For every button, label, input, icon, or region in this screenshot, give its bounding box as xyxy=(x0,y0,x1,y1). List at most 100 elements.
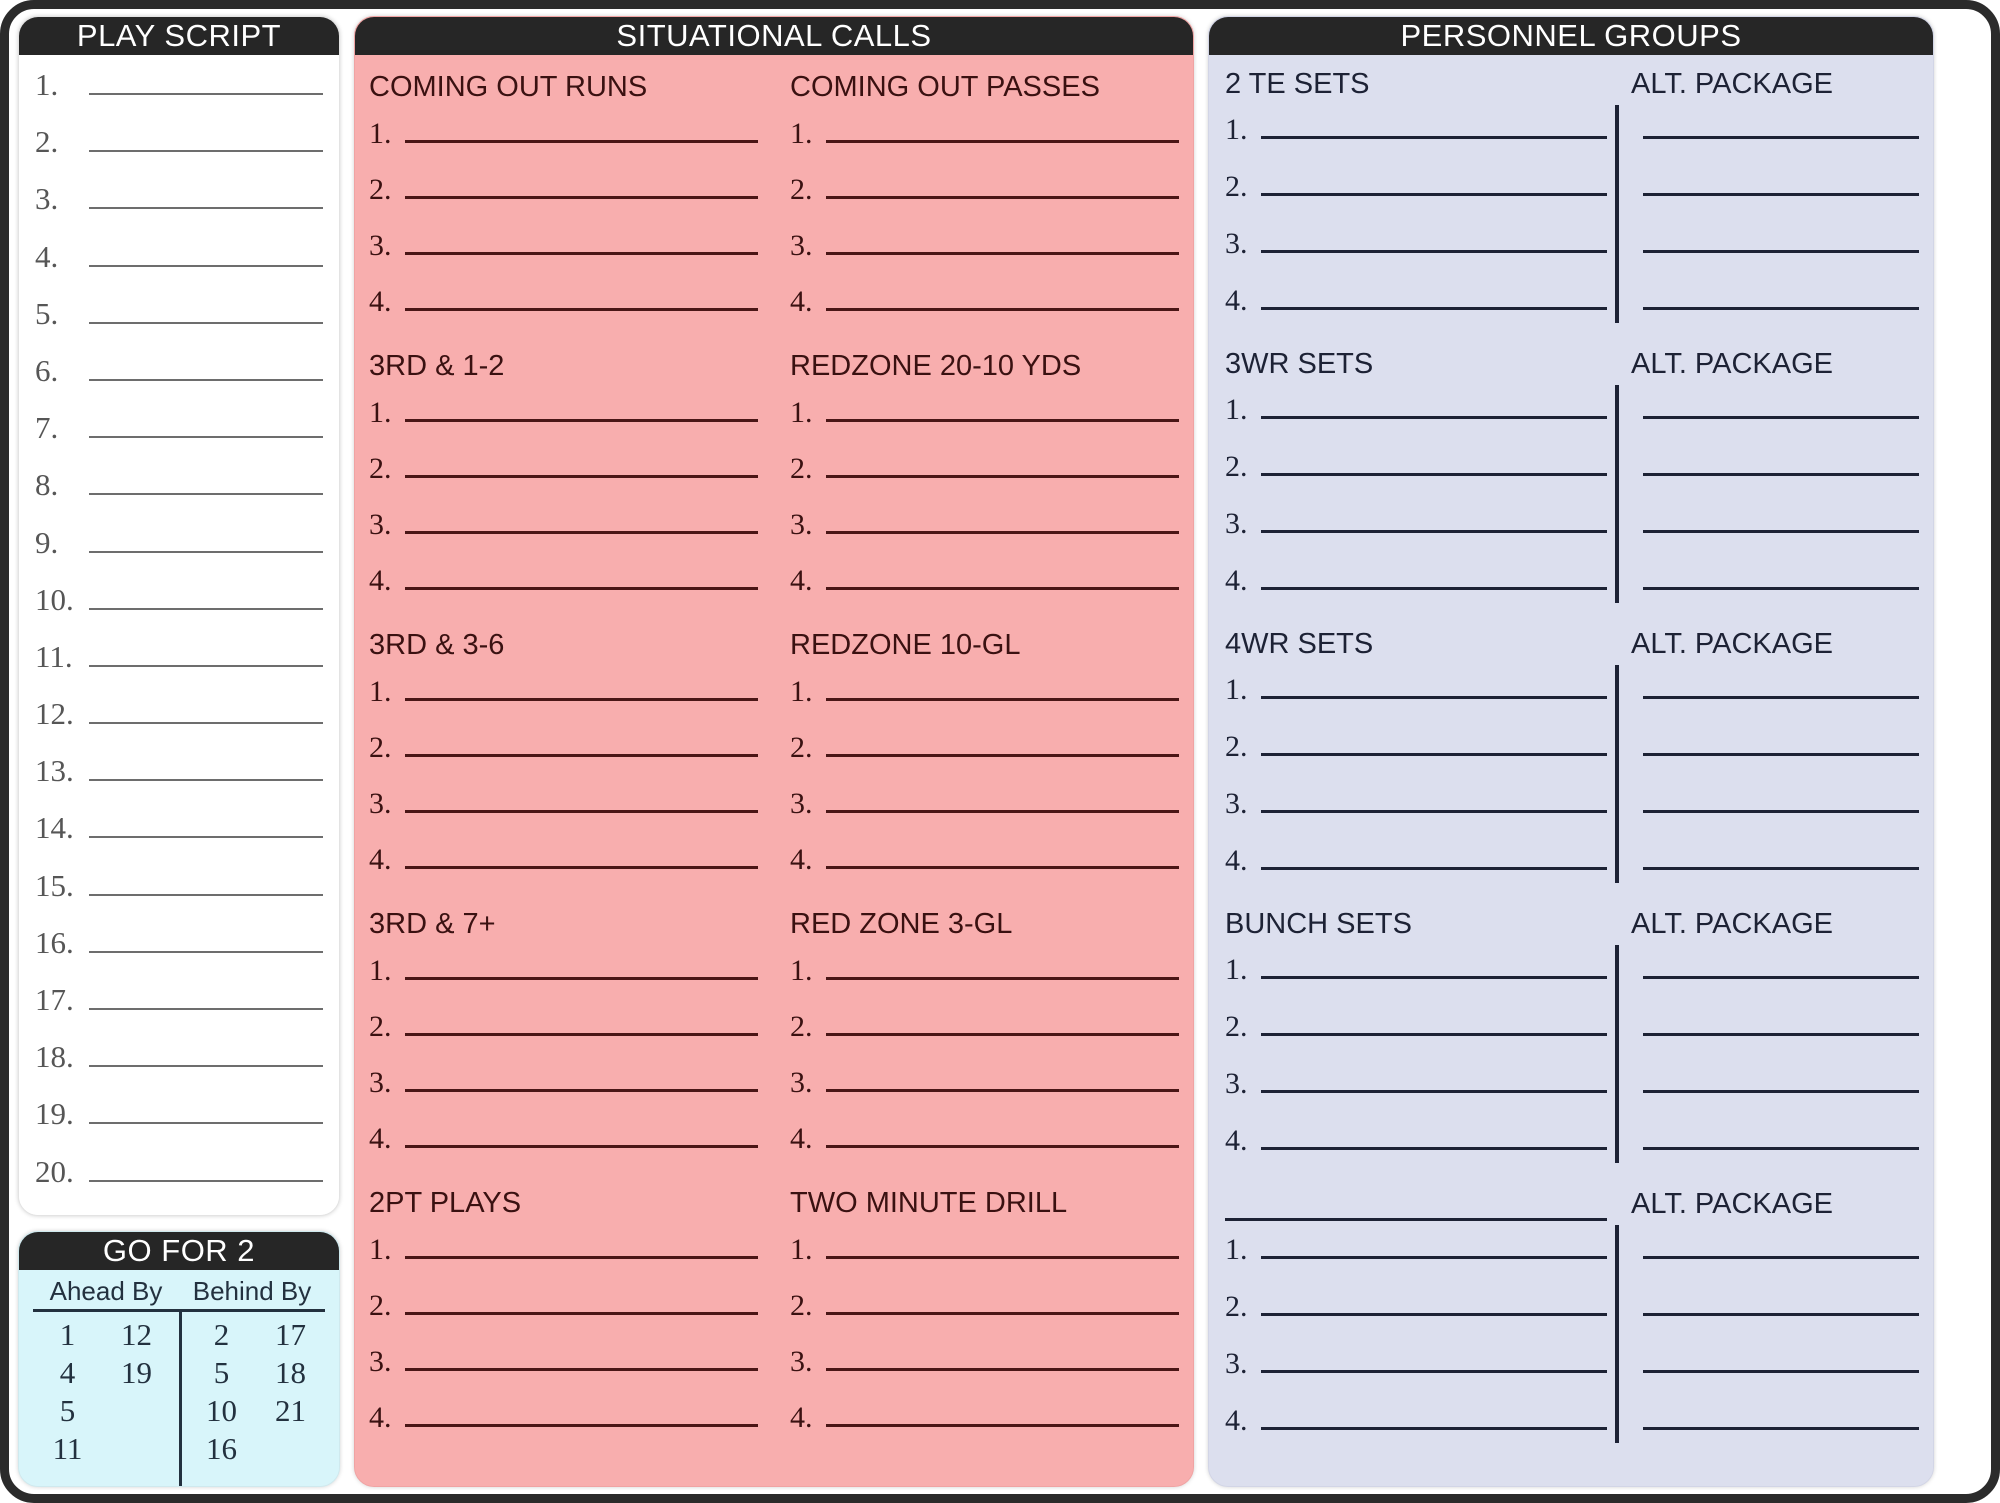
situational-row[interactable]: 3. xyxy=(369,1062,758,1118)
play-script-write-in-line[interactable] xyxy=(89,694,323,725)
situational-write-in-line[interactable] xyxy=(826,504,1179,534)
personnel-group-alt-package-write-in-line[interactable] xyxy=(1643,840,1919,870)
play-script-write-in-line[interactable] xyxy=(89,351,323,381)
situational-write-in-line[interactable] xyxy=(405,1341,758,1371)
personnel-group-write-in-line[interactable] xyxy=(1261,726,1607,756)
personnel-group-row[interactable]: 2. xyxy=(1225,1286,1919,1343)
situational-write-in-line[interactable] xyxy=(405,950,758,980)
situational-write-in-line[interactable] xyxy=(405,1397,758,1427)
personnel-group-write-in-line[interactable] xyxy=(1261,783,1607,813)
play-script-write-in-line[interactable] xyxy=(89,1037,323,1068)
play-script-row[interactable]: 16. xyxy=(35,923,323,980)
situational-write-in-line[interactable] xyxy=(826,727,1179,757)
play-script-write-in-line[interactable] xyxy=(89,179,323,210)
personnel-group-row[interactable]: 3. xyxy=(1225,1063,1919,1120)
personnel-group-write-in-line[interactable] xyxy=(1261,1229,1607,1259)
play-script-row[interactable]: 17. xyxy=(35,980,323,1037)
play-script-row[interactable]: 14. xyxy=(35,808,323,865)
situational-write-in-line[interactable] xyxy=(826,113,1179,143)
situational-row[interactable]: 3. xyxy=(790,225,1179,281)
personnel-group-row[interactable]: 3. xyxy=(1225,783,1919,840)
situational-row[interactable]: 4. xyxy=(369,1118,758,1174)
situational-row[interactable]: 4. xyxy=(369,281,758,337)
personnel-group-alt-package-write-in-line[interactable] xyxy=(1643,503,1919,533)
situational-row[interactable]: 2. xyxy=(369,448,758,504)
play-script-row[interactable]: 15. xyxy=(35,866,323,923)
situational-row[interactable]: 1. xyxy=(369,392,758,448)
play-script-row[interactable]: 11. xyxy=(35,637,323,694)
personnel-group-alt-package-write-in-line[interactable] xyxy=(1643,446,1919,476)
personnel-group-write-in-line[interactable] xyxy=(1261,1120,1607,1150)
situational-row[interactable]: 1. xyxy=(369,113,758,169)
personnel-group-write-in-line[interactable] xyxy=(1261,1286,1607,1316)
situational-write-in-line[interactable] xyxy=(405,448,758,478)
personnel-group-row[interactable]: 4. xyxy=(1225,840,1919,897)
situational-row[interactable]: 3. xyxy=(369,504,758,560)
personnel-group-write-in-line[interactable] xyxy=(1261,389,1607,419)
personnel-group-alt-package-write-in-line[interactable] xyxy=(1643,109,1919,139)
situational-row[interactable]: 3. xyxy=(369,783,758,839)
situational-row[interactable]: 1. xyxy=(369,671,758,727)
situational-row[interactable]: 3. xyxy=(369,1341,758,1397)
situational-write-in-line[interactable] xyxy=(826,1285,1179,1315)
situational-row[interactable]: 4. xyxy=(369,560,758,616)
situational-row[interactable]: 2. xyxy=(369,1285,758,1341)
personnel-group-row[interactable]: 1. xyxy=(1225,1229,1919,1286)
situational-write-in-line[interactable] xyxy=(405,1229,758,1259)
personnel-group-row[interactable]: 1. xyxy=(1225,109,1919,166)
situational-row[interactable]: 4. xyxy=(790,560,1179,616)
situational-write-in-line[interactable] xyxy=(826,1229,1179,1259)
personnel-group-row[interactable]: 4. xyxy=(1225,560,1919,617)
situational-row[interactable]: 2. xyxy=(369,727,758,783)
play-script-row[interactable]: 9. xyxy=(35,523,323,580)
play-script-write-in-line[interactable] xyxy=(89,237,323,267)
personnel-group-alt-package-write-in-line[interactable] xyxy=(1643,280,1919,310)
personnel-group-write-in-line[interactable] xyxy=(1261,166,1607,196)
personnel-group-row[interactable]: 2. xyxy=(1225,1006,1919,1063)
play-script-row[interactable]: 18. xyxy=(35,1037,323,1094)
personnel-group-alt-package-write-in-line[interactable] xyxy=(1643,389,1919,419)
situational-row[interactable]: 1. xyxy=(790,950,1179,1006)
play-script-write-in-line[interactable] xyxy=(89,923,323,953)
situational-write-in-line[interactable] xyxy=(405,560,758,590)
play-script-row[interactable]: 19. xyxy=(35,1094,323,1151)
situational-row[interactable]: 1. xyxy=(790,671,1179,727)
situational-write-in-line[interactable] xyxy=(405,1118,758,1148)
situational-write-in-line[interactable] xyxy=(405,783,758,813)
play-script-write-in-line[interactable] xyxy=(89,294,323,324)
personnel-group-write-in-line[interactable] xyxy=(1261,280,1607,310)
situational-write-in-line[interactable] xyxy=(405,671,758,701)
situational-row[interactable]: 1. xyxy=(369,1229,758,1285)
personnel-group-write-in-line[interactable] xyxy=(1261,1063,1607,1093)
situational-row[interactable]: 1. xyxy=(790,1229,1179,1285)
play-script-row[interactable]: 7. xyxy=(35,408,323,465)
personnel-group-title-write-in-line[interactable] xyxy=(1225,1191,1607,1221)
situational-write-in-line[interactable] xyxy=(826,783,1179,813)
situational-row[interactable]: 1. xyxy=(790,392,1179,448)
situational-write-in-line[interactable] xyxy=(405,392,758,422)
personnel-group-write-in-line[interactable] xyxy=(1261,560,1607,590)
situational-write-in-line[interactable] xyxy=(405,281,758,311)
situational-row[interactable]: 3. xyxy=(369,225,758,281)
play-script-row[interactable]: 3. xyxy=(35,179,323,236)
situational-row[interactable]: 4. xyxy=(369,839,758,895)
situational-row[interactable]: 4. xyxy=(790,281,1179,337)
play-script-row[interactable]: 12. xyxy=(35,694,323,751)
situational-row[interactable]: 2. xyxy=(790,1285,1179,1341)
personnel-group-alt-package-write-in-line[interactable] xyxy=(1643,1006,1919,1036)
situational-write-in-line[interactable] xyxy=(826,169,1179,199)
situational-write-in-line[interactable] xyxy=(826,1341,1179,1371)
situational-write-in-line[interactable] xyxy=(405,113,758,143)
play-script-write-in-line[interactable] xyxy=(89,65,323,95)
situational-row[interactable]: 4. xyxy=(369,1397,758,1453)
situational-row[interactable]: 1. xyxy=(790,113,1179,169)
situational-row[interactable]: 2. xyxy=(790,448,1179,504)
personnel-group-row[interactable]: 1. xyxy=(1225,949,1919,1006)
personnel-group-write-in-line[interactable] xyxy=(1261,446,1607,476)
personnel-group-write-in-line[interactable] xyxy=(1261,949,1607,979)
personnel-group-row[interactable]: 3. xyxy=(1225,1343,1919,1400)
situational-write-in-line[interactable] xyxy=(826,448,1179,478)
situational-row[interactable]: 2. xyxy=(369,1006,758,1062)
play-script-write-in-line[interactable] xyxy=(89,523,323,553)
personnel-group-row[interactable]: 1. xyxy=(1225,389,1919,446)
